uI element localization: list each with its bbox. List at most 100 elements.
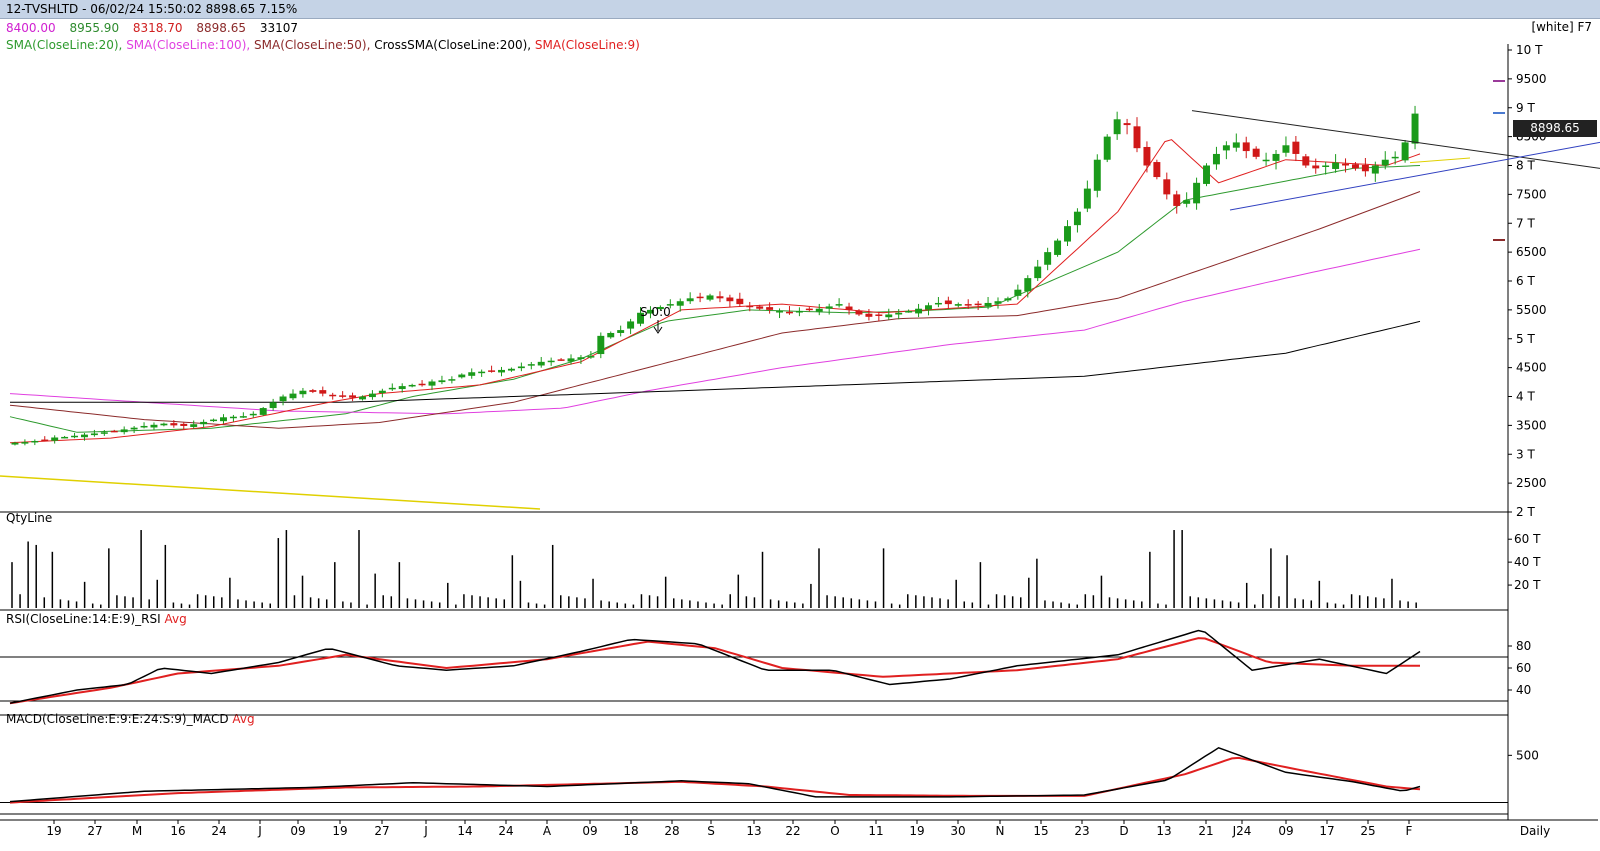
candle-body bbox=[1212, 153, 1220, 165]
candle-body bbox=[587, 356, 595, 358]
candle-body bbox=[259, 408, 267, 415]
stock-chart[interactable]: 10 T95009 T85008 T75007 T65006 T55005 T4… bbox=[0, 0, 1600, 851]
candle-body bbox=[1153, 162, 1161, 178]
candle-body bbox=[210, 419, 218, 422]
candle-body bbox=[299, 390, 307, 395]
candle-body bbox=[140, 425, 148, 428]
candle-body bbox=[1292, 141, 1300, 154]
candle-body bbox=[1401, 142, 1409, 161]
time-tick-label: 11 bbox=[868, 824, 883, 838]
candle-body bbox=[845, 306, 853, 310]
candle-body bbox=[61, 436, 69, 439]
candle-body bbox=[41, 439, 49, 442]
time-tick-label: 24 bbox=[211, 824, 226, 838]
candle-body bbox=[885, 314, 893, 318]
time-tick-label: 17 bbox=[1319, 824, 1334, 838]
candle-body bbox=[180, 423, 188, 426]
candle-body bbox=[1014, 289, 1022, 296]
candle-body bbox=[398, 386, 406, 390]
price-tick-label: 9500 bbox=[1516, 72, 1547, 86]
time-tick-label: 30 bbox=[950, 824, 965, 838]
candle-body bbox=[507, 368, 515, 371]
candle-body bbox=[974, 303, 982, 306]
candle-body bbox=[329, 394, 337, 397]
candle-body bbox=[468, 372, 476, 376]
candle-body bbox=[1004, 298, 1012, 301]
time-tick-label: 18 bbox=[623, 824, 638, 838]
ma-line-1 bbox=[9, 165, 1421, 433]
candle-body bbox=[220, 417, 227, 422]
candle-body bbox=[368, 393, 376, 398]
candle-body bbox=[279, 396, 287, 402]
candle-body bbox=[11, 442, 19, 445]
candle-body bbox=[875, 314, 883, 316]
macd-tick-label: 500 bbox=[1516, 748, 1539, 762]
candle-body bbox=[746, 305, 754, 308]
candle-body bbox=[805, 308, 813, 311]
candle-body bbox=[964, 304, 972, 306]
candle-body bbox=[517, 366, 525, 369]
candle-body bbox=[676, 301, 684, 306]
candle-body bbox=[448, 379, 456, 381]
time-tick-label: 23 bbox=[1074, 824, 1089, 838]
candle-body bbox=[1381, 159, 1389, 166]
candle-body bbox=[905, 311, 913, 313]
candle-body bbox=[1173, 194, 1181, 206]
candle-body bbox=[498, 369, 505, 373]
candle-body bbox=[1361, 164, 1369, 172]
price-tick-label: 7500 bbox=[1516, 187, 1547, 201]
candle-body bbox=[527, 364, 535, 366]
candle-body bbox=[160, 423, 168, 426]
time-tick-label: 13 bbox=[746, 824, 761, 838]
macd-avg-line bbox=[9, 756, 1421, 804]
rsi-tick-label: 40 bbox=[1516, 683, 1531, 697]
time-tick-label: J bbox=[423, 824, 428, 838]
candle-body bbox=[130, 427, 138, 430]
candle-body bbox=[1351, 164, 1359, 169]
price-tick-label: 4 T bbox=[1516, 390, 1535, 404]
candle-body bbox=[1222, 145, 1230, 151]
rsi-tick-label: 60 bbox=[1516, 661, 1531, 675]
candle-body bbox=[1024, 278, 1032, 292]
price-tick-label: 6500 bbox=[1516, 245, 1547, 259]
candle-body bbox=[269, 402, 277, 409]
time-tick-label: O bbox=[830, 824, 839, 838]
candle-body bbox=[1163, 179, 1171, 195]
candle-body bbox=[696, 296, 704, 299]
candle-body bbox=[1093, 159, 1101, 191]
time-tick-label: S bbox=[707, 824, 715, 838]
price-tick-label: 10 T bbox=[1516, 43, 1543, 57]
candle-body bbox=[597, 335, 605, 355]
candle-body bbox=[438, 380, 446, 383]
time-tick-label: 21 bbox=[1198, 824, 1213, 838]
time-tick-label: 27 bbox=[374, 824, 389, 838]
signal-label: S 0:0 bbox=[640, 305, 671, 319]
candle-body bbox=[1123, 123, 1131, 126]
last-price-tag: 8898.65 bbox=[1513, 120, 1597, 137]
candle-body bbox=[557, 359, 565, 361]
trendline-yellow bbox=[0, 475, 541, 510]
rsi-line bbox=[9, 629, 1421, 704]
time-tick-label: 19 bbox=[909, 824, 924, 838]
candle-body bbox=[766, 307, 774, 310]
candle-body bbox=[785, 311, 793, 314]
candle-body bbox=[776, 311, 784, 313]
candle-body bbox=[1272, 153, 1280, 161]
time-tick-label: 24 bbox=[498, 824, 513, 838]
time-tick-label: 19 bbox=[332, 824, 347, 838]
candle-body bbox=[170, 423, 178, 426]
candle-body bbox=[855, 310, 863, 315]
price-tick-label: 3 T bbox=[1516, 447, 1535, 461]
candle-body bbox=[537, 361, 545, 366]
candle-body bbox=[190, 424, 198, 427]
price-tick-label: 6 T bbox=[1516, 274, 1535, 288]
ma-line-3 bbox=[9, 191, 1421, 429]
candle-body bbox=[577, 357, 585, 360]
candle-body bbox=[994, 301, 1002, 304]
candle-body bbox=[795, 311, 803, 313]
candle-body bbox=[249, 413, 257, 416]
candle-body bbox=[1391, 156, 1399, 159]
time-tick-label: 27 bbox=[87, 824, 102, 838]
candle-body bbox=[1064, 226, 1071, 242]
price-tick-label: 5500 bbox=[1516, 303, 1547, 317]
